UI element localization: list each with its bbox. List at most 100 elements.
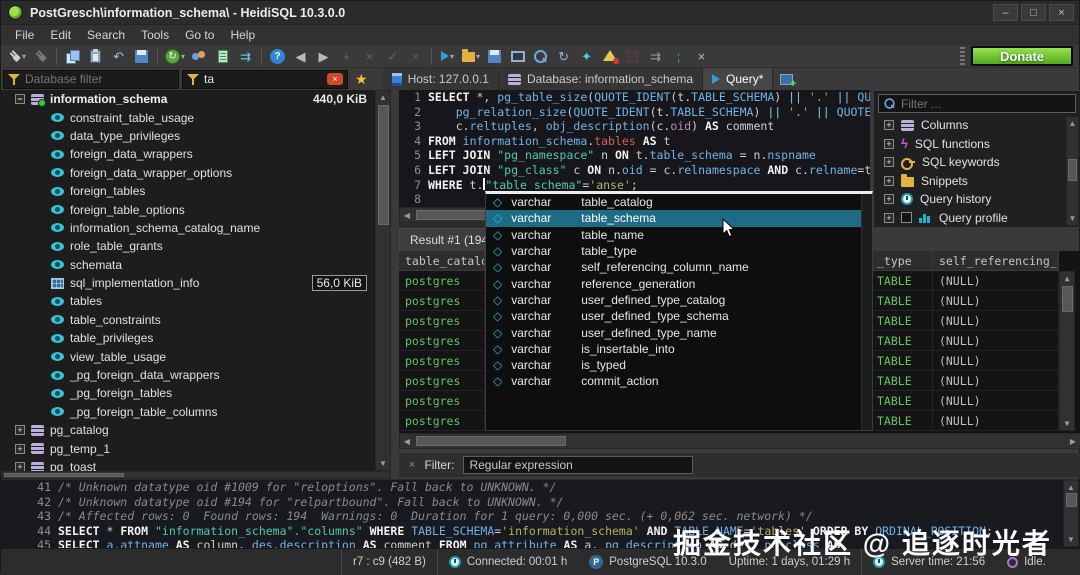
cell-type-row3[interactable]: TABLE bbox=[871, 331, 933, 351]
scrollbar-thumb[interactable] bbox=[416, 436, 566, 446]
tree-item-constraint_table_usage[interactable]: constraint_table_usage bbox=[1, 108, 375, 126]
autocomplete-item-self_referencing_column_name[interactable]: ◇varcharself_referencing_column_name bbox=[486, 259, 872, 275]
cell-self_ref-row0[interactable]: (NULL) bbox=[933, 271, 1059, 291]
cell-type-row0[interactable]: TABLE bbox=[871, 271, 933, 291]
tree-item-foreign_data_wrapper_options[interactable]: foreign_data_wrapper_options bbox=[1, 164, 375, 182]
new-window-button[interactable] bbox=[506, 46, 529, 67]
new-query-tab-button[interactable] bbox=[773, 68, 800, 90]
helper-filter-box[interactable] bbox=[878, 94, 1076, 113]
indent-button[interactable]: ⇉ bbox=[644, 46, 667, 67]
tree-item-foreign_tables[interactable]: foreign_tables bbox=[1, 182, 375, 200]
tree-item-information_schema[interactable]: −information_schema440,0 KiB bbox=[1, 90, 375, 108]
database-filter-box[interactable] bbox=[3, 70, 179, 89]
cell-table_catalog-row0[interactable]: postgres bbox=[399, 271, 485, 291]
cell-type-row5[interactable]: TABLE bbox=[871, 371, 933, 391]
menu-edit[interactable]: Edit bbox=[42, 26, 79, 44]
collapse-icon[interactable]: − bbox=[15, 94, 25, 104]
expand-icon[interactable]: + bbox=[884, 139, 894, 149]
tree-item-foreign_data_wrappers[interactable]: foreign_data_wrappers bbox=[1, 145, 375, 163]
helper-filter-input[interactable] bbox=[901, 97, 1071, 111]
minimize-button[interactable]: – bbox=[993, 4, 1018, 21]
tree-item-table_privileges[interactable]: table_privileges bbox=[1, 329, 375, 347]
tree-item-schemata[interactable]: schemata bbox=[1, 256, 375, 274]
scrollbar-right-arrow[interactable]: ▶ bbox=[1068, 437, 1078, 446]
refresh-button[interactable]: ↻▾ bbox=[162, 46, 188, 67]
query-profile-checkbox[interactable] bbox=[901, 212, 912, 223]
table-filter-input[interactable] bbox=[204, 72, 322, 86]
add-record-button[interactable]: + bbox=[335, 46, 358, 67]
cell-self_ref-row1[interactable]: (NULL) bbox=[933, 291, 1059, 311]
autocomplete-item-table_catalog[interactable]: ◇varchartable_catalog bbox=[486, 194, 872, 210]
tree-item-data_type_privileges[interactable]: data_type_privileges bbox=[1, 127, 375, 145]
tree-item-view_table_usage[interactable]: view_table_usage bbox=[1, 347, 375, 365]
tab-host[interactable]: Host: 127.0.0.1 bbox=[383, 68, 499, 90]
scrollbar-down-arrow[interactable]: ▼ bbox=[1067, 214, 1078, 223]
scrollbar-up-arrow[interactable]: ▲ bbox=[1067, 119, 1078, 128]
format-sql-button[interactable]: ✦ bbox=[575, 46, 598, 67]
sidebar-vertical-scrollbar[interactable]: ▲▼ bbox=[375, 90, 391, 471]
tab-database[interactable]: Database: information_schema bbox=[499, 68, 703, 90]
scrollbar-up-arrow[interactable]: ▲ bbox=[1064, 483, 1078, 492]
cell-self_ref-row3[interactable]: (NULL) bbox=[933, 331, 1059, 351]
autocomplete-item-reference_generation[interactable]: ◇varcharreference_generation bbox=[486, 275, 872, 291]
clear-grid-filter-icon[interactable]: × bbox=[409, 459, 415, 471]
favorites-star-icon[interactable]: ★ bbox=[351, 71, 372, 88]
cell-self_ref-row6[interactable]: (NULL) bbox=[933, 391, 1059, 411]
cell-self_ref-row7[interactable]: (NULL) bbox=[933, 411, 1059, 431]
scrollbar-up-arrow[interactable]: ▲ bbox=[376, 93, 390, 102]
helper-item-query-history[interactable]: +Query history bbox=[874, 190, 1080, 209]
close-tab-button[interactable]: × bbox=[690, 46, 713, 67]
expand-icon[interactable]: + bbox=[884, 120, 894, 130]
scrollbar-thumb[interactable] bbox=[378, 105, 389, 225]
cell-type-row2[interactable]: TABLE bbox=[871, 311, 933, 331]
scrollbar-thumb[interactable] bbox=[1068, 159, 1077, 181]
maximize-button[interactable]: □ bbox=[1021, 4, 1046, 21]
export-rows-button[interactable] bbox=[211, 46, 234, 67]
tree-item-foreign_table_options[interactable]: foreign_table_options bbox=[1, 200, 375, 218]
next-result-button[interactable]: ▶ bbox=[312, 46, 335, 67]
copy-button[interactable] bbox=[61, 46, 84, 67]
cell-self_ref-row5[interactable]: (NULL) bbox=[933, 371, 1059, 391]
database-filter-input[interactable] bbox=[25, 72, 174, 86]
menu-help[interactable]: Help bbox=[222, 26, 263, 44]
scrollbar-thumb[interactable] bbox=[4, 473, 124, 477]
post-changes-button[interactable]: ✓ bbox=[381, 46, 404, 67]
helper-item-query-profile[interactable]: +Query profile bbox=[874, 209, 1080, 228]
scrollbar-down-arrow[interactable]: ▼ bbox=[376, 459, 390, 468]
autocomplete-item-user_defined_type_catalog[interactable]: ◇varcharuser_defined_type_catalog bbox=[486, 292, 872, 308]
donate-button[interactable]: Donate bbox=[971, 46, 1073, 66]
cell-type-row7[interactable]: TABLE bbox=[871, 411, 933, 431]
blob-viewer-button[interactable] bbox=[621, 46, 644, 67]
open-file-button[interactable]: ▾ bbox=[459, 46, 483, 67]
grid-filter-input[interactable] bbox=[463, 456, 693, 474]
scrollbar-down-arrow[interactable]: ▼ bbox=[1060, 419, 1074, 428]
menu-tools[interactable]: Tools bbox=[133, 26, 177, 44]
sql-log[interactable]: 41/* Unknown datatype oid #1009 for "rel… bbox=[1, 479, 1080, 548]
expand-icon[interactable]: + bbox=[884, 213, 894, 223]
delete-record-button[interactable]: × bbox=[358, 46, 381, 67]
autocomplete-item-user_defined_type_name[interactable]: ◇varcharuser_defined_type_name bbox=[486, 324, 872, 340]
export-database-button[interactable] bbox=[130, 46, 153, 67]
cell-table_catalog-row4[interactable]: postgres bbox=[399, 351, 485, 371]
find-again-button[interactable]: ↻ bbox=[552, 46, 575, 67]
cell-table_catalog-row2[interactable]: postgres bbox=[399, 311, 485, 331]
dropdown-scrollbar[interactable] bbox=[861, 194, 872, 430]
scrollbar-thumb[interactable] bbox=[416, 210, 486, 220]
disconnect-button[interactable] bbox=[29, 46, 52, 67]
tree-splitter[interactable] bbox=[391, 90, 399, 479]
tree-item-_pg_foreign_tables[interactable]: _pg_foreign_tables bbox=[1, 384, 375, 402]
tree-item-sql_implementation_info[interactable]: sql_implementation_info56,0 KiB bbox=[1, 274, 375, 292]
grid-vertical-scrollbar[interactable]: ▲▼ bbox=[1059, 271, 1075, 431]
expand-icon[interactable]: + bbox=[884, 176, 894, 186]
menu-go-to[interactable]: Go to bbox=[177, 26, 222, 44]
tree-item-_pg_foreign_table_columns[interactable]: _pg_foreign_table_columns bbox=[1, 403, 375, 421]
cell-table_catalog-row5[interactable]: postgres bbox=[399, 371, 485, 391]
expand-icon[interactable]: + bbox=[884, 194, 894, 204]
cell-table_catalog-row3[interactable]: postgres bbox=[399, 331, 485, 351]
run-query-button[interactable]: ▾ bbox=[436, 46, 459, 67]
expand-icon[interactable]: + bbox=[15, 425, 25, 435]
tree-item-_pg_foreign_data_wrappers[interactable]: _pg_foreign_data_wrappers bbox=[1, 366, 375, 384]
tree-item-role_table_grants[interactable]: role_table_grants bbox=[1, 237, 375, 255]
cell-table_catalog-row7[interactable]: postgres bbox=[399, 411, 485, 431]
sidebar-horizontal-scrollbar[interactable] bbox=[1, 471, 391, 479]
